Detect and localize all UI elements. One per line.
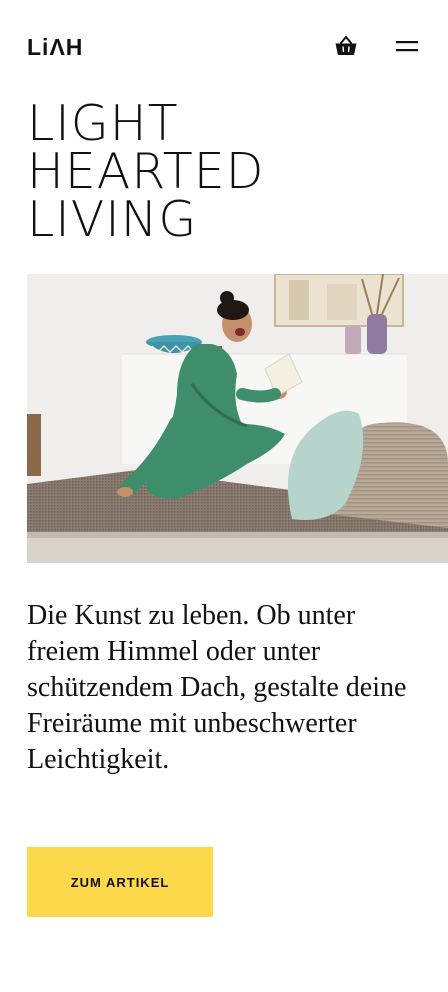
- zum-artikel-button[interactable]: ZUM ARTIKEL: [27, 847, 213, 917]
- hero-photo: [27, 274, 448, 563]
- zum-artikel-label: ZUM ARTIKEL: [70, 874, 170, 890]
- body-text: Die Kunst zu leben. Ob unter freiem Himm…: [27, 600, 407, 775]
- hero-title-line-2: HEARTED: [27, 143, 265, 200]
- logo-text: LiΛH: [27, 34, 84, 60]
- hero-title-line-3: LIVING: [27, 191, 198, 248]
- site-header: LiΛH: [0, 0, 448, 96]
- hamburger-menu-icon[interactable]: [395, 37, 421, 57]
- basket-icon[interactable]: [334, 34, 358, 58]
- hero-title-line-1: LIGHT: [27, 95, 179, 152]
- hero-title: LIGHT HEARTED LIVING: [27, 95, 427, 248]
- logo[interactable]: LiΛH: [27, 35, 99, 59]
